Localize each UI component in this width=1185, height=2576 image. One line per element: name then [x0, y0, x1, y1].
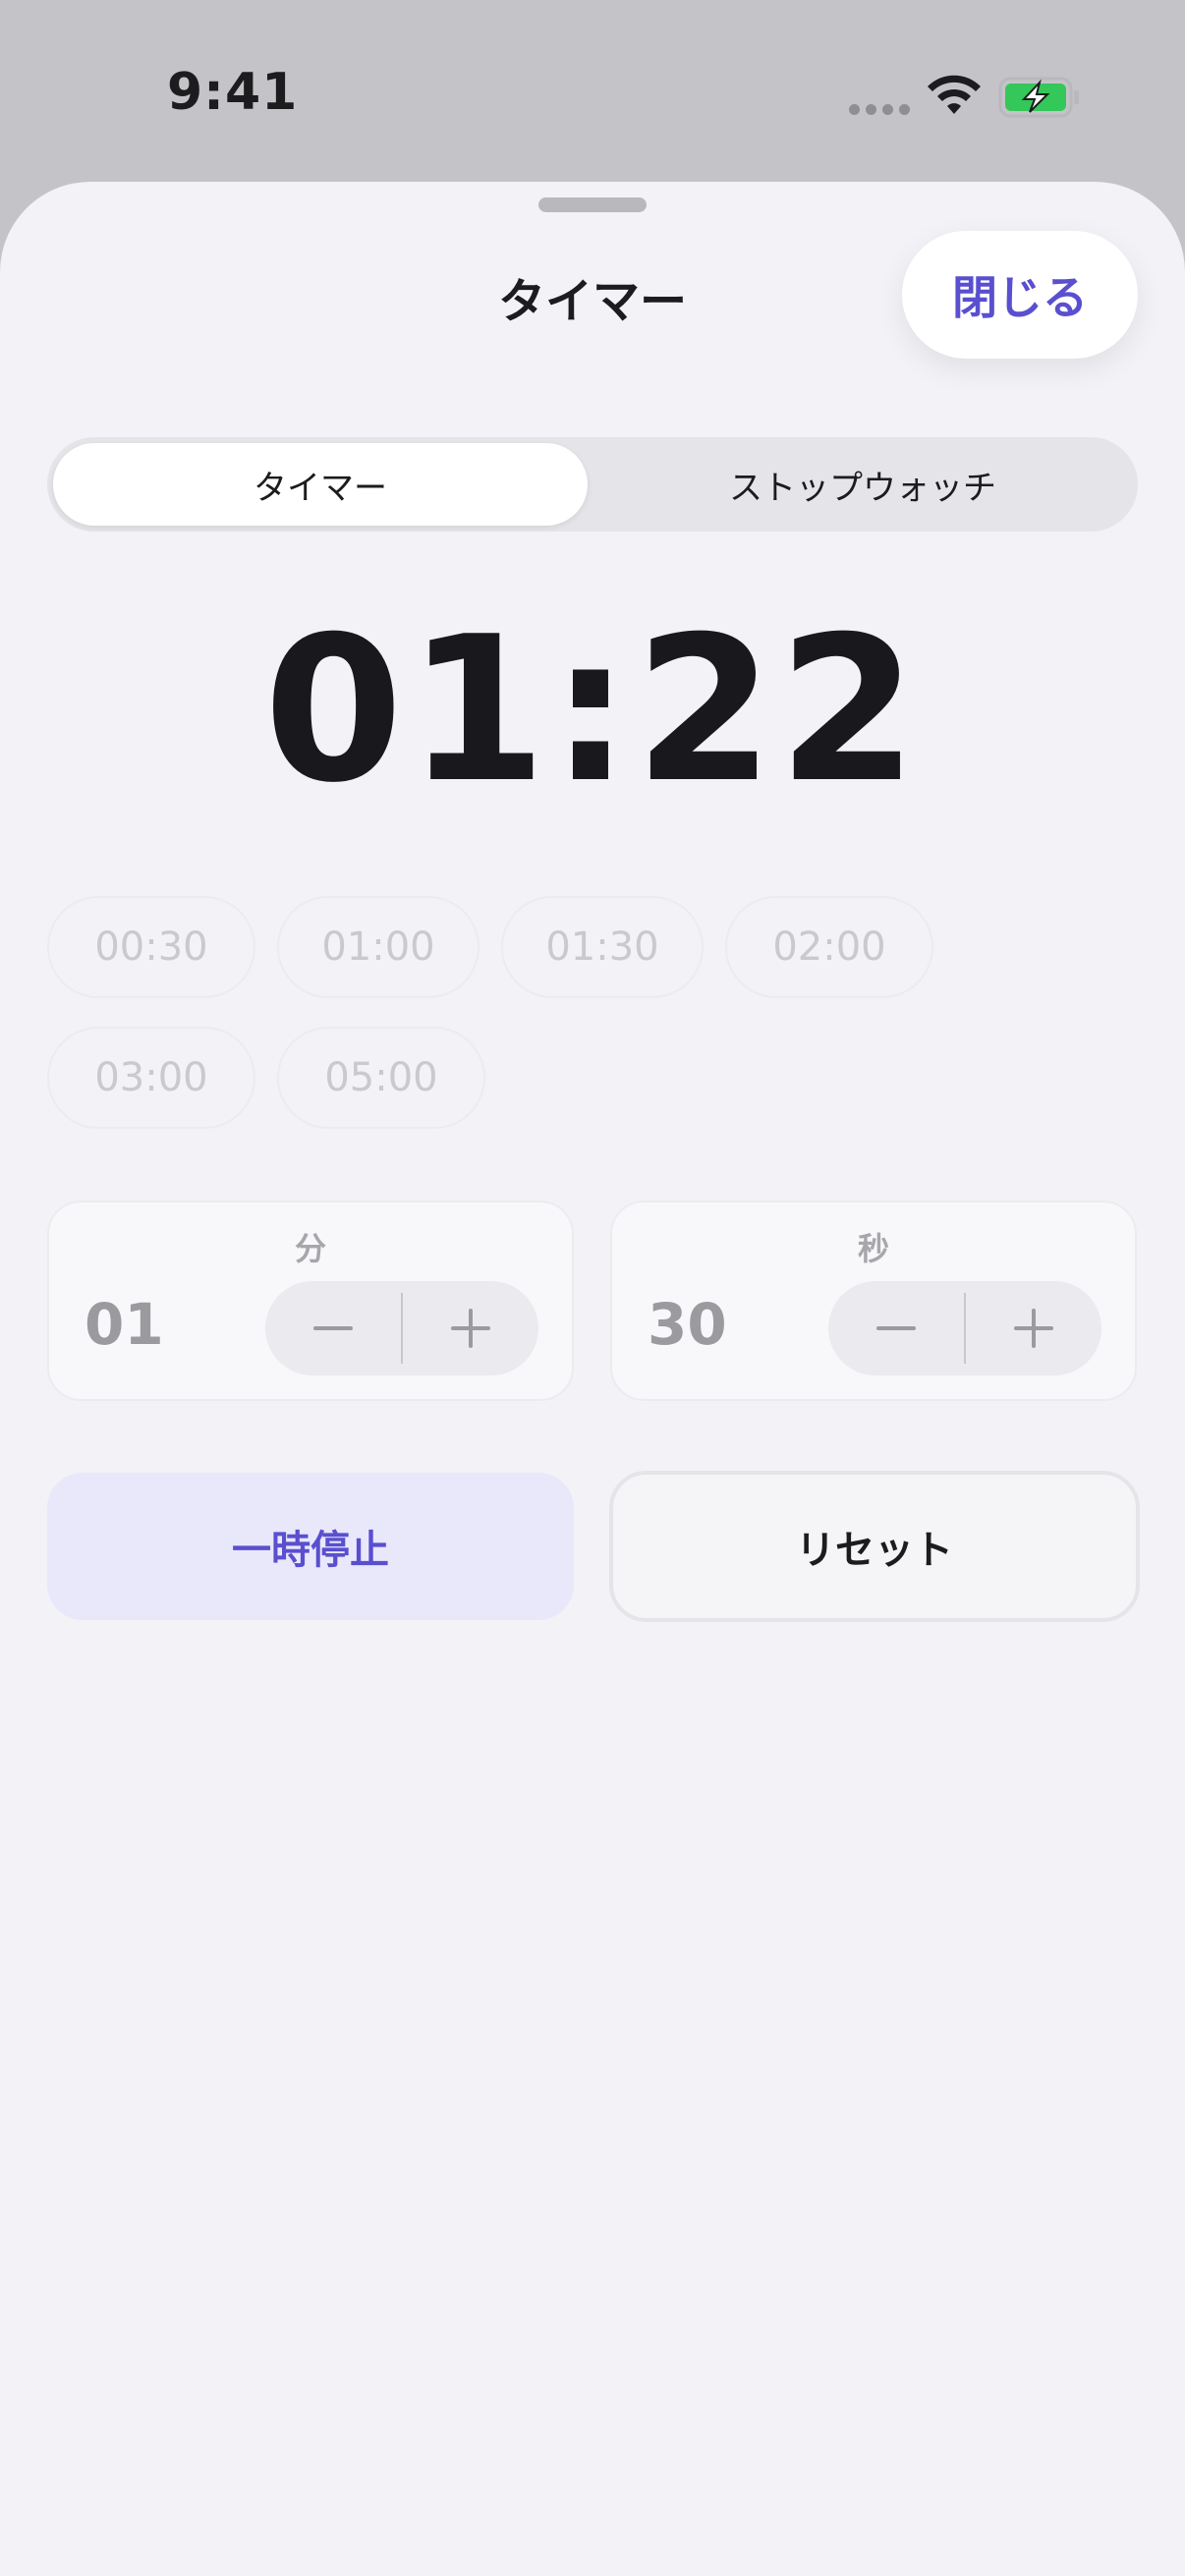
seconds-label: 秒: [857, 1230, 889, 1267]
preset-chip[interactable]: 03:00: [47, 1027, 255, 1129]
seconds-increment-button[interactable]: [966, 1281, 1101, 1375]
seconds-value: 30: [648, 1291, 727, 1358]
timer-sheet: タイマー 閉じる タイマー ストップウォッチ 01:22 00:30 01:00…: [0, 182, 1185, 2576]
preset-chip[interactable]: 00:30: [47, 896, 255, 998]
mode-segmented-control: タイマー ストップウォッチ: [47, 437, 1138, 532]
sheet-grabber[interactable]: [538, 197, 647, 212]
minutes-label: 分: [294, 1230, 326, 1267]
minutes-stepper-card: 分 01: [47, 1201, 574, 1401]
status-bar: 9:41: [0, 0, 1185, 187]
preset-chip[interactable]: 01:00: [277, 896, 480, 998]
minutes-value: 01: [85, 1291, 164, 1358]
seconds-stepper: [828, 1281, 1101, 1375]
plus-icon: [451, 1309, 490, 1348]
close-button[interactable]: 閉じる: [902, 231, 1138, 359]
reset-button[interactable]: リセット: [609, 1471, 1140, 1622]
tab-stopwatch[interactable]: ストップウォッチ: [593, 437, 1132, 532]
minutes-increment-button[interactable]: [403, 1281, 538, 1375]
cellular-dots-icon: [849, 104, 910, 115]
battery-charging-icon: [998, 77, 1079, 118]
minus-icon: [313, 1326, 353, 1330]
seconds-decrement-button[interactable]: [828, 1281, 964, 1375]
minutes-stepper: [265, 1281, 538, 1375]
timer-display: 01:22: [263, 594, 922, 827]
minus-icon: [876, 1326, 916, 1330]
seconds-stepper-card: 秒 30: [610, 1201, 1137, 1401]
status-time: 9:41: [167, 63, 299, 122]
preset-chip[interactable]: 02:00: [725, 896, 933, 998]
plus-icon: [1014, 1309, 1053, 1348]
pause-button[interactable]: 一時停止: [47, 1473, 574, 1620]
tab-timer[interactable]: タイマー: [53, 437, 588, 532]
wifi-icon: [928, 75, 981, 114]
minutes-decrement-button[interactable]: [265, 1281, 401, 1375]
preset-chip[interactable]: 01:30: [501, 896, 704, 998]
preset-chip[interactable]: 05:00: [277, 1027, 485, 1129]
